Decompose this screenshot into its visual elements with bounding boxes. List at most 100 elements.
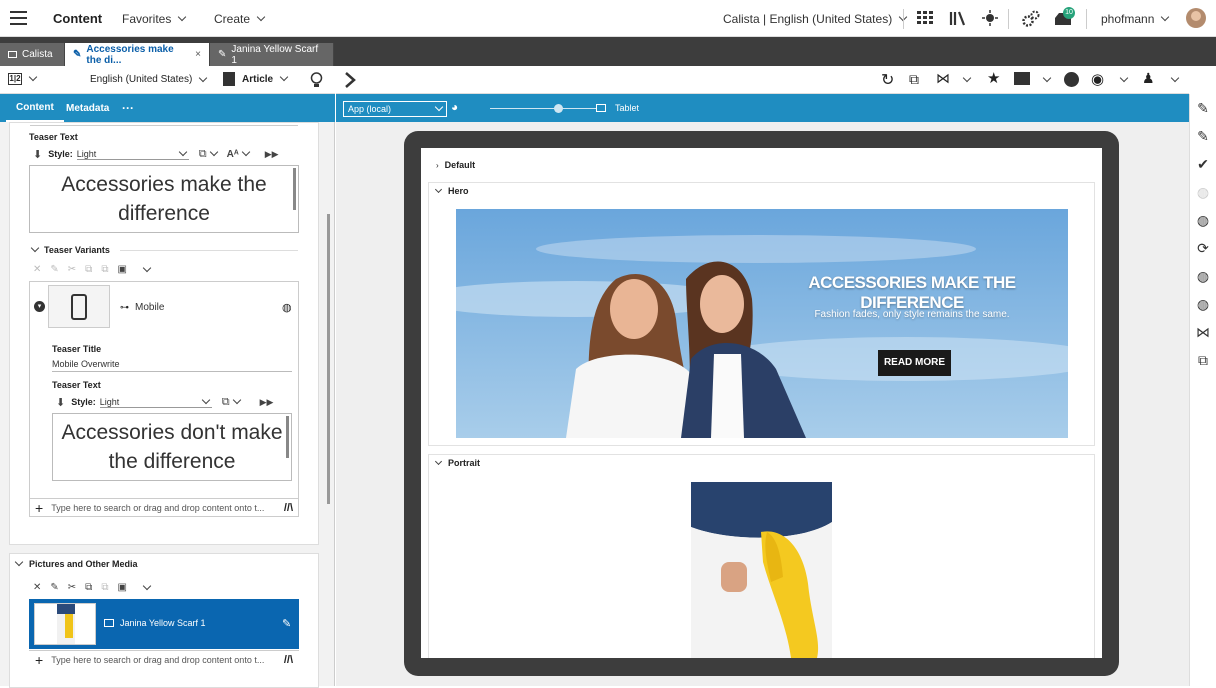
check-icon[interactable]: ✔ [1197, 156, 1209, 173]
globe-disabled-icon: ◍ [1196, 184, 1210, 200]
lightbulb-icon[interactable] [310, 72, 323, 89]
paste-icon[interactable]: ⧉ [101, 582, 108, 593]
edit-icon[interactable]: ✎ [50, 582, 58, 593]
picture-list-item[interactable]: Janina Yellow Scarf 1 ✎ [29, 599, 299, 649]
download-icon[interactable]: ⬇ [33, 148, 42, 161]
site-selector[interactable]: Calista | English (United States) [723, 12, 908, 26]
section-hero[interactable]: Hero [434, 185, 469, 196]
locale-selector[interactable]: English (United States) [90, 73, 208, 85]
pictures-link-input[interactable]: + Type here to search or drag and drop co… [29, 650, 299, 669]
paste-special-icon[interactable]: ▣ [117, 264, 126, 275]
settings-gears-icon[interactable] [1022, 10, 1040, 27]
insert-icon[interactable]: ⧉ [199, 148, 207, 161]
globe-icon[interactable]: ◍ [282, 301, 292, 314]
article-icon [223, 72, 235, 86]
notification-badge: 10 [1063, 7, 1075, 19]
style-select[interactable]: Light [76, 147, 189, 160]
layout-toggle[interactable]: 1|2 [8, 72, 38, 85]
variant-link-input[interactable]: + Type here to search or drag and drop co… [29, 498, 299, 517]
cut-icon[interactable]: ✂ [68, 582, 76, 593]
globe-sync-icon[interactable]: ◍ [1197, 296, 1209, 313]
zoom-slider[interactable] [490, 108, 596, 109]
teaser-text-editor[interactable]: Accessories make the difference [29, 165, 299, 233]
variant-style-select[interactable]: Light [99, 395, 212, 408]
globe-icon[interactable]: ◍ [1197, 212, 1209, 229]
menu-icon[interactable] [10, 11, 27, 25]
portrait-image[interactable] [691, 482, 832, 658]
section-default[interactable]: › Default [436, 160, 475, 170]
teaser-title-input[interactable]: Mobile Overwrite [52, 358, 292, 372]
create-menu[interactable]: Create [214, 12, 266, 26]
cut-icon[interactable]: ✂ [68, 264, 76, 275]
share-icon[interactable]: ⋈ [936, 70, 950, 87]
library-icon[interactable] [949, 10, 965, 26]
variant-text-editor[interactable]: Accessories don't make the difference [52, 413, 292, 481]
tab-calista[interactable]: Calista [0, 43, 65, 66]
tab-accessories[interactable]: ✎ Accessories make the di... × [65, 43, 210, 66]
eye-icon[interactable]: ◉ [1091, 70, 1104, 88]
chevron-down-icon [178, 12, 187, 22]
preview-toolbar: ↻ ⧉ ⋈ ★ ◉ ♟ [336, 66, 1189, 94]
insert-icon[interactable]: ⧉ [222, 396, 230, 409]
analytics-icon[interactable] [1014, 72, 1030, 85]
pictures-header[interactable]: Pictures and Other Media [14, 557, 138, 569]
chevron-down-icon [279, 72, 289, 82]
tab-more[interactable]: ··· [112, 94, 144, 122]
palette-icon[interactable]: ◕ [451, 100, 458, 114]
paste-icon[interactable]: ⧉ [101, 264, 108, 275]
remove-icon[interactable]: ✕ [33, 264, 41, 275]
library-icon: //\ [283, 654, 293, 666]
close-icon[interactable]: × [195, 49, 201, 60]
tab-janina-scarf[interactable]: ✎ Janina Yellow Scarf 1 [210, 43, 334, 66]
user-settings-icon[interactable]: ♟ [1142, 70, 1155, 87]
more-actions-icon[interactable]: ▶▶ [265, 149, 279, 160]
tablet-icon[interactable] [596, 104, 606, 112]
top-bar: Content Favorites Create Calista | Engli… [0, 0, 1216, 37]
edit-icon[interactable]: ✎ [1197, 100, 1209, 117]
variants-toolbar: ✕ ✎ ✂ ⧉ ⧉ ▣ [33, 263, 152, 275]
star-icon[interactable]: ★ [987, 69, 1000, 87]
zoom-slider-handle[interactable] [553, 104, 563, 113]
variant-text-toolbar: ⬇ Style: Light ⧉ ▶▶ [56, 395, 274, 409]
more-actions-icon[interactable]: ▶▶ [260, 397, 274, 408]
copy-icon[interactable]: ⧉ [85, 582, 92, 593]
collapse-panel-icon[interactable] [344, 72, 356, 88]
open-external-icon[interactable]: ⧉ [909, 71, 919, 88]
remove-icon[interactable]: ✕ [33, 582, 41, 593]
paste-special-icon[interactable]: ▣ [117, 582, 126, 593]
scarf-thumbnail [34, 603, 96, 645]
timeline-icon[interactable] [1064, 72, 1079, 87]
hero-banner[interactable]: ACCESSORIES MAKE THE DIFFERENCE Fashion … [456, 209, 1068, 438]
workflow-icon[interactable] [982, 10, 998, 26]
pencil-icon: ✎ [73, 49, 82, 60]
edit-icon[interactable]: ✎ [50, 264, 58, 275]
section-portrait[interactable]: Portrait [434, 457, 480, 468]
copy-document-icon[interactable]: ⧉ [1198, 352, 1208, 369]
edit-remove-icon[interactable]: ✎ [1197, 128, 1209, 145]
pencil-icon: ✎ [218, 49, 227, 60]
edit-icon[interactable]: ✎ [282, 617, 291, 630]
editor-scrollbar[interactable] [293, 168, 296, 210]
font-size-icon[interactable]: Aᴬ [227, 149, 239, 160]
globe-remove-icon[interactable]: ◍ [1197, 268, 1209, 285]
user-menu[interactable]: phofmann [1101, 12, 1170, 26]
apps-grid-icon[interactable] [917, 11, 933, 25]
chevron-down-icon [30, 243, 40, 253]
app-select[interactable]: App (local) [343, 101, 447, 117]
panel-scrollbar[interactable] [327, 214, 330, 504]
hero-photo [456, 209, 1068, 438]
reload-icon[interactable]: ↻ [881, 70, 894, 90]
right-action-bar: ✎ ✎ ✔ ◍ ◍ ⟳ ◍ ◍ ⋈ ⧉ [1189, 94, 1216, 686]
library-icon: //\ [283, 502, 293, 514]
teaser-variants-header[interactable]: Teaser Variants [30, 243, 110, 255]
sync-icon[interactable]: ⟳ [1197, 240, 1209, 257]
copy-icon[interactable]: ⧉ [85, 264, 92, 275]
doctype-selector[interactable]: Article [223, 72, 289, 86]
download-icon[interactable]: ⬇ [56, 396, 65, 409]
tab-metadata[interactable]: Metadata [56, 94, 119, 122]
avatar[interactable] [1186, 8, 1206, 28]
favorites-menu[interactable]: Favorites [122, 12, 187, 26]
collapse-icon[interactable]: ▾ [34, 301, 45, 312]
share-icon[interactable]: ⋈ [1196, 324, 1210, 341]
read-more-button[interactable]: READ MORE [878, 350, 951, 376]
